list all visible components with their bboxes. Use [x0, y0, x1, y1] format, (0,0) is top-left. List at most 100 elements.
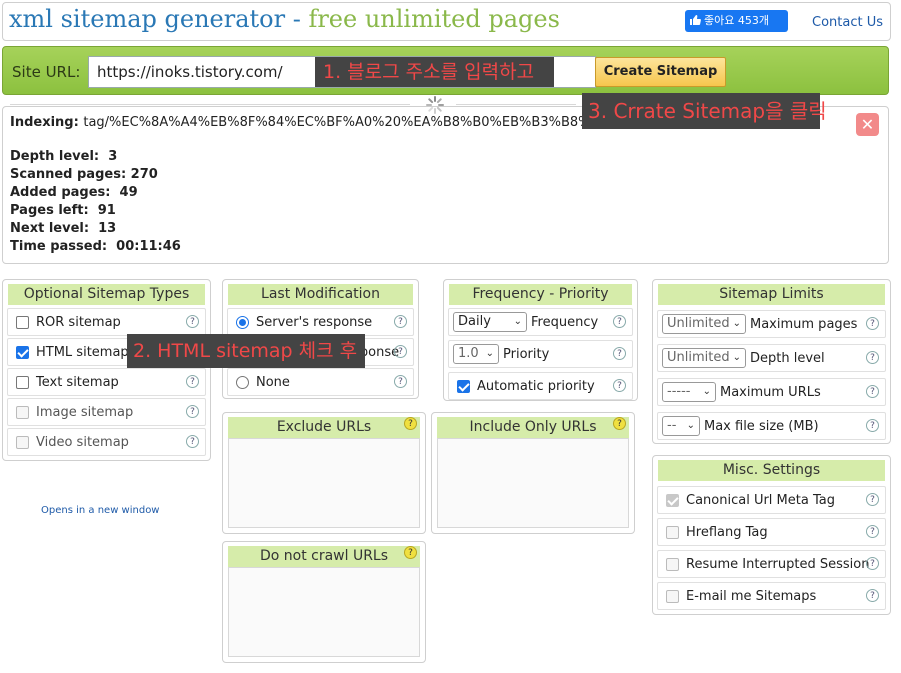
none-option[interactable]: None ? [227, 368, 414, 396]
none-radio[interactable] [236, 376, 249, 389]
text-sitemap-checkbox[interactable] [16, 376, 29, 389]
resume-session-option[interactable]: Resume Interrupted Session ? [657, 550, 886, 578]
loading-spinner-icon [426, 96, 444, 114]
server-response-option[interactable]: Server's response ? [227, 308, 414, 336]
help-icon[interactable]: ? [394, 375, 407, 388]
max-file-size-label: Max file size (MB) [704, 419, 819, 434]
maximum-pages-select[interactable]: Unlimited ⌄ [662, 314, 746, 334]
annotation-step-2: 2. HTML sitemap 체크 후 [127, 334, 365, 368]
canonical-url-checkbox[interactable] [666, 494, 679, 507]
text-sitemap-label: Text sitemap [36, 375, 119, 390]
html-sitemap-checkbox[interactable] [16, 346, 29, 359]
priority-row: 1.0 ⌄ Priority ? [448, 340, 633, 368]
annotation-step-1: 1. 블로그 주소를 입력하고 [315, 57, 554, 87]
frequency-select-value: Daily [458, 314, 491, 329]
help-icon[interactable]: ? [613, 315, 626, 328]
sitemap-types-panel: Optional Sitemap Types ROR sitemap ? HTM… [2, 279, 211, 461]
max-file-size-select[interactable]: -- ⌄ [662, 416, 700, 436]
help-icon[interactable]: ? [186, 435, 199, 448]
video-sitemap-checkbox[interactable] [16, 436, 29, 449]
help-icon[interactable]: ? [186, 375, 199, 388]
close-icon[interactable]: ✕ [856, 113, 879, 136]
help-icon[interactable]: ? [613, 379, 626, 392]
chevron-down-icon: ⌄ [732, 352, 741, 363]
resume-session-checkbox[interactable] [666, 558, 679, 571]
chevron-down-icon: ⌄ [686, 420, 695, 431]
automatic-priority-option[interactable]: Automatic priority ? [448, 372, 633, 400]
thumbs-up-icon [690, 15, 701, 25]
ror-sitemap-checkbox[interactable] [16, 316, 29, 329]
opens-new-window-link[interactable]: Opens in a new window [41, 505, 160, 516]
help-icon[interactable]: ? [866, 385, 879, 398]
help-icon[interactable]: ? [866, 557, 879, 570]
help-icon[interactable]: ? [866, 419, 879, 432]
help-icon[interactable]: ? [866, 589, 879, 602]
pages-left-value: 91 [97, 203, 116, 218]
maximum-urls-select-value: ----- [667, 384, 691, 399]
help-icon[interactable]: ? [866, 351, 879, 364]
video-sitemap-option[interactable]: Video sitemap ? [7, 428, 206, 456]
sitemap-limits-title: Sitemap Limits [658, 284, 885, 305]
depth-level-option-label: Depth level [750, 351, 825, 366]
canonical-url-option[interactable]: Canonical Url Meta Tag ? [657, 486, 886, 514]
include-urls-textarea[interactable] [437, 438, 629, 528]
time-passed-value: 00:11:46 [116, 239, 181, 254]
frequency-priority-title: Frequency - Priority [449, 284, 632, 305]
image-sitemap-option[interactable]: Image sitemap ? [7, 398, 206, 426]
none-label: None [256, 375, 290, 390]
maximum-urls-select[interactable]: ----- ⌄ [662, 382, 716, 402]
help-icon[interactable]: ? [613, 347, 626, 360]
scanned-pages-value: 270 [130, 167, 158, 182]
exclude-urls-textarea[interactable] [228, 438, 420, 528]
title-main: xml sitemap generator - [9, 5, 309, 33]
maximum-pages-select-value: Unlimited [667, 316, 730, 331]
hreflang-label: Hreflang Tag [686, 525, 768, 540]
server-response-radio[interactable] [236, 316, 249, 329]
depth-level-select[interactable]: Unlimited ⌄ [662, 348, 746, 368]
ror-sitemap-option[interactable]: ROR sitemap ? [7, 308, 206, 336]
server-response-label: Server's response [256, 315, 373, 330]
help-icon[interactable]: ? [404, 417, 417, 430]
added-pages-value: 49 [119, 185, 138, 200]
image-sitemap-checkbox[interactable] [16, 406, 29, 419]
email-sitemaps-checkbox[interactable] [666, 590, 679, 603]
frequency-row: Daily ⌄ Frequency ? [448, 308, 633, 336]
time-passed-stat: Time passed: 00:11:46 [10, 239, 181, 254]
pages-left-label: Pages left: [10, 203, 89, 218]
automatic-priority-checkbox[interactable] [457, 380, 470, 393]
help-icon[interactable]: ? [866, 317, 879, 330]
last-modification-title: Last Modification [228, 284, 413, 305]
help-icon[interactable]: ? [186, 405, 199, 418]
create-sitemap-button[interactable]: Create Sitemap [595, 57, 726, 87]
email-sitemaps-option[interactable]: E-mail me Sitemaps ? [657, 582, 886, 610]
include-urls-panel: Include Only URLs ? [431, 412, 635, 534]
indexing-value: tag/%EC%8A%A4%EB%8F%84%EC%BF%A0%20%EA%B8… [83, 115, 599, 130]
maximum-pages-label: Maximum pages [750, 317, 858, 332]
help-icon[interactable]: ? [394, 345, 407, 358]
page-title: xml sitemap generator - free unlimited p… [9, 5, 560, 33]
site-url-label: Site URL: [12, 63, 81, 81]
contact-us-link[interactable]: Contact Us [812, 15, 883, 30]
help-icon[interactable]: ? [866, 525, 879, 538]
progress-divider [10, 104, 410, 105]
sitemap-limits-panel: Sitemap Limits Unlimited ⌄ Maximum pages … [652, 279, 891, 444]
hreflang-checkbox[interactable] [666, 526, 679, 539]
help-icon[interactable]: ? [613, 417, 626, 430]
facebook-like-button[interactable]: 좋아요 453개 [685, 10, 788, 32]
help-icon[interactable]: ? [394, 315, 407, 328]
max-file-size-row: -- ⌄ Max file size (MB) ? [657, 412, 886, 440]
title-tagline: free unlimited pages [308, 5, 560, 33]
text-sitemap-option[interactable]: Text sitemap ? [7, 368, 206, 396]
chevron-down-icon: ⌄ [702, 386, 711, 397]
sitemap-types-title: Optional Sitemap Types [8, 284, 205, 305]
do-not-crawl-textarea[interactable] [228, 567, 420, 657]
include-urls-title: Include Only URLs [437, 417, 629, 438]
frequency-select[interactable]: Daily ⌄ [453, 312, 527, 332]
maximum-urls-label: Maximum URLs [720, 385, 821, 400]
priority-select[interactable]: 1.0 ⌄ [453, 344, 499, 364]
chevron-down-icon: ⌄ [513, 316, 522, 327]
help-icon[interactable]: ? [866, 493, 879, 506]
hreflang-option[interactable]: Hreflang Tag ? [657, 518, 886, 546]
help-icon[interactable]: ? [186, 315, 199, 328]
help-icon[interactable]: ? [404, 546, 417, 559]
